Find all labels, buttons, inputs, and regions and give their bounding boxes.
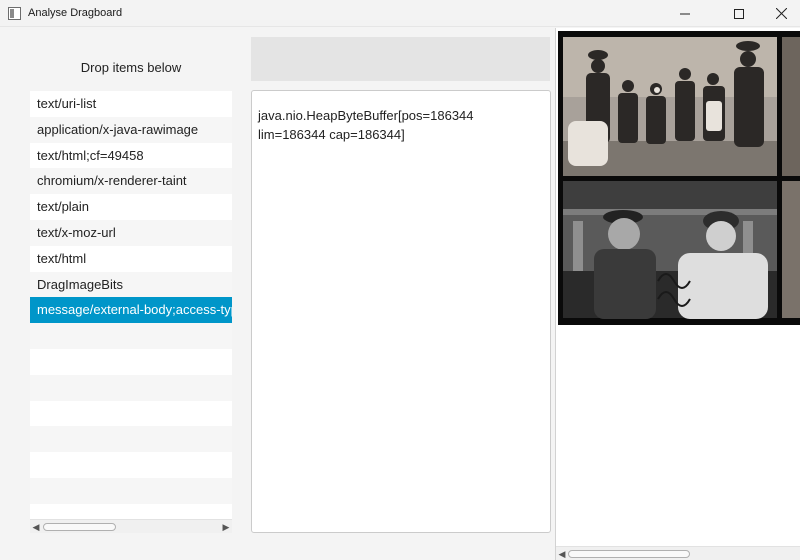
list-item-empty: [30, 426, 232, 453]
drop-items-label: Drop items below: [80, 60, 182, 75]
minimize-icon: [680, 13, 690, 14]
maximize-button[interactable]: [716, 0, 762, 27]
content-text-area[interactable]: java.nio.HeapByteBuffer[pos=186344 lim=1…: [251, 90, 551, 533]
list-item[interactable]: text/uri-list: [30, 91, 232, 117]
minimize-button[interactable]: [662, 0, 708, 27]
list-item-empty: [30, 323, 232, 349]
close-icon: [775, 8, 787, 19]
app-window-icon: [8, 7, 21, 20]
scroll-left-arrow-icon[interactable]: ◀: [556, 547, 568, 560]
list-item-empty: [30, 348, 232, 375]
list-item-empty: [30, 374, 232, 401]
app-window: Analyse Dragboard Drop items below text/…: [0, 0, 800, 560]
list-item-empty: [30, 400, 232, 427]
list-item[interactable]: message/external-body;access-type: [30, 297, 232, 324]
list-item[interactable]: chromium/x-renderer-taint: [30, 168, 232, 195]
list-item-empty: [30, 503, 232, 519]
image-preview-pane: [556, 28, 800, 560]
list-item[interactable]: text/plain: [30, 194, 232, 220]
scroll-left-arrow-icon[interactable]: ◀: [30, 520, 42, 534]
list-item[interactable]: text/html;cf=49458: [30, 142, 232, 169]
maximize-icon: [734, 8, 744, 19]
list-item[interactable]: text/html: [30, 245, 232, 272]
dragged-image-preview: [558, 31, 800, 325]
list-item-empty: [30, 452, 232, 478]
close-button[interactable]: [758, 0, 800, 27]
list-item[interactable]: application/x-java-rawimage: [30, 116, 232, 143]
preview-horizontal-scrollbar[interactable]: ◀: [556, 546, 800, 560]
preview-scrollbar-thumb[interactable]: [568, 550, 690, 558]
scrollbar-thumb[interactable]: [43, 523, 116, 531]
drop-target-area[interactable]: [251, 37, 550, 81]
scroll-right-arrow-icon[interactable]: ▶: [220, 520, 232, 534]
list-item[interactable]: DragImageBits: [30, 271, 232, 298]
dataformat-list[interactable]: text/uri-list application/x-java-rawimage…: [30, 91, 232, 519]
list-item[interactable]: text/x-moz-url: [30, 219, 232, 246]
content-text: java.nio.HeapByteBuffer[pos=186344 lim=1…: [258, 108, 474, 142]
photo-collage: [563, 37, 800, 319]
window-title: Analyse Dragboard: [28, 7, 123, 19]
list-item-empty: [30, 477, 232, 504]
list-horizontal-scrollbar[interactable]: ◀ ▶: [30, 519, 232, 533]
title-bar[interactable]: Analyse Dragboard: [0, 0, 800, 27]
